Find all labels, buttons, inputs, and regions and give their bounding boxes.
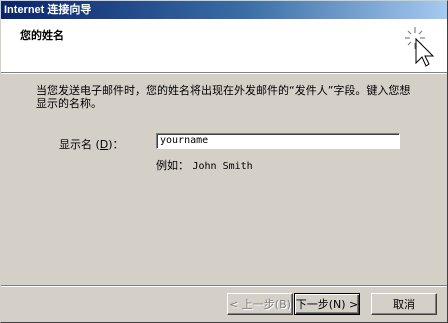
footer-divider: [1, 285, 447, 287]
header-divider: [1, 72, 447, 74]
wizard-header: 您的姓名: [1, 19, 447, 72]
display-name-label: 显示名 (D)：: [59, 138, 124, 151]
instructions-text: 当您发送电子邮件时，您的姓名将出现在外发邮件的“发件人”字段。键入您想显示的名称…: [36, 84, 411, 110]
back-button[interactable]: < 上一步(B): [227, 293, 293, 315]
window-title: Internet 连接向导: [4, 4, 92, 16]
wizard-wand-icon: [405, 27, 435, 67]
display-name-input[interactable]: yourname: [156, 133, 400, 149]
next-button[interactable]: 下一步(N) >: [294, 293, 360, 315]
title-bar[interactable]: Internet 连接向导: [1, 1, 447, 19]
cancel-button[interactable]: 取消: [371, 293, 437, 315]
example-text: 例如： John Smith: [156, 159, 253, 172]
page-title: 您的姓名: [20, 29, 64, 42]
wizard-window: Internet 连接向导 您的姓名 当您发送电子邮件时，您的姓名将出现在外发邮…: [0, 0, 448, 323]
